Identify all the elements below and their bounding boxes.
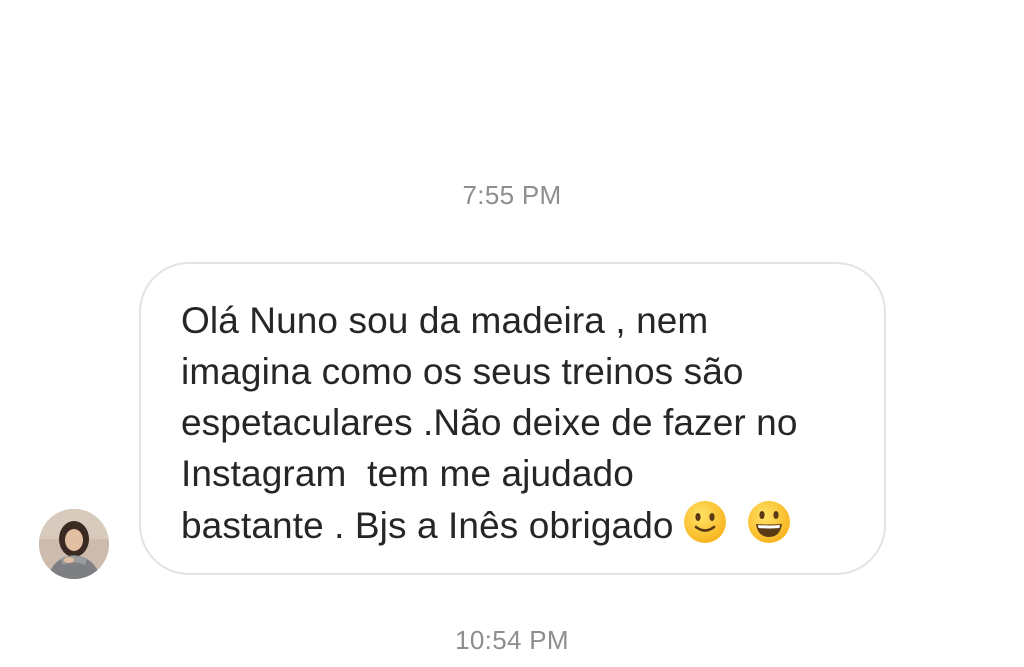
avatar-photo-icon bbox=[39, 509, 109, 579]
sender-avatar[interactable] bbox=[39, 509, 109, 579]
slightly-smiling-face-icon bbox=[682, 499, 728, 558]
grinning-face-icon bbox=[746, 499, 792, 558]
message-timestamp: 7:55 PM bbox=[462, 180, 562, 210]
message-text: Olá Nuno sou da madeira , nem imagina co… bbox=[181, 295, 861, 558]
message-line: Olá Nuno sou da madeira , nem bbox=[181, 300, 709, 341]
message-timestamp: 10:54 PM bbox=[455, 625, 569, 655]
message-line: Instagram tem me ajudado bbox=[181, 453, 634, 494]
message-line: espetaculares .Não deixe de fazer no bbox=[181, 402, 798, 443]
message-line: bastante . Bjs a Inês obrigado bbox=[181, 505, 674, 546]
message-bubble[interactable]: Olá Nuno sou da madeira , nem imagina co… bbox=[139, 262, 886, 575]
message-line: imagina como os seus treinos são bbox=[181, 351, 744, 392]
